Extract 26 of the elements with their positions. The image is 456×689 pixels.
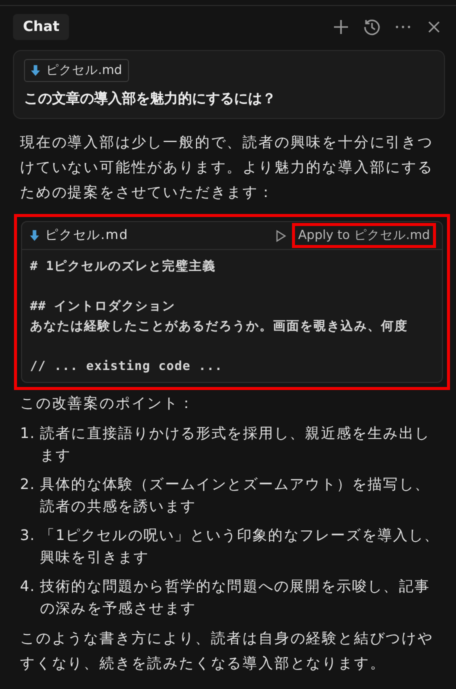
chat-tab[interactable]: Chat	[13, 14, 70, 40]
file-chip[interactable]: ピクセル.md	[24, 59, 130, 82]
code-line: // ... existing code ...	[30, 357, 224, 375]
apply-button[interactable]: Apply to ピクセル.md	[292, 223, 436, 248]
plus-icon[interactable]	[332, 18, 350, 36]
list-number: 2.	[20, 476, 36, 495]
list-item-text: 読者に直接語りかける形式を採用し、親近感を生み出します	[40, 425, 431, 466]
list-number: 3.	[20, 527, 36, 546]
response-text: 現在の導入部は少し一般的で、読者の興味を十分に引きつけていない可能性があります。より魅力的な導入部にするための提案をさせていただきます：	[20, 134, 434, 203]
history-icon[interactable]	[363, 18, 381, 36]
code-line: ## イントロダクション	[30, 297, 177, 315]
download-arrow-icon	[31, 65, 40, 76]
list-item-text: 具体的な体験（ズームインとズームアウト）を描写し、読者の共感を誘います	[40, 476, 431, 517]
play-icon[interactable]	[276, 230, 286, 242]
list-number: 1.	[20, 425, 36, 444]
prompt-text: この文章の導入部を魅力的にするには？	[24, 90, 277, 108]
code-file-name: ピクセル.md	[45, 227, 128, 245]
code-line: # 1ピクセルのズレと完璧主義	[30, 257, 218, 275]
list-item-text: 「1ピクセルの呪い」という印象的なフレーズを導入し、興味を引きます	[40, 526, 441, 568]
code-line: あなたは経験したことがあるだろうか。画面を覗き込み、何度	[30, 317, 409, 335]
file-name: ピクセル.md	[46, 62, 122, 79]
points-heading: この改善案のポイント：	[20, 394, 196, 414]
list-number: 4.	[20, 578, 36, 597]
download-arrow-icon	[30, 230, 39, 241]
conclusion-text: このような書き方により、読者は自身の経験と結びつけやすくなり、続きを読みたくなる導入部となります。	[20, 630, 434, 674]
list-item-text: 技術的な問題から哲学的な問題への展開を示唆し、記事の深みを予感させます	[40, 578, 431, 619]
